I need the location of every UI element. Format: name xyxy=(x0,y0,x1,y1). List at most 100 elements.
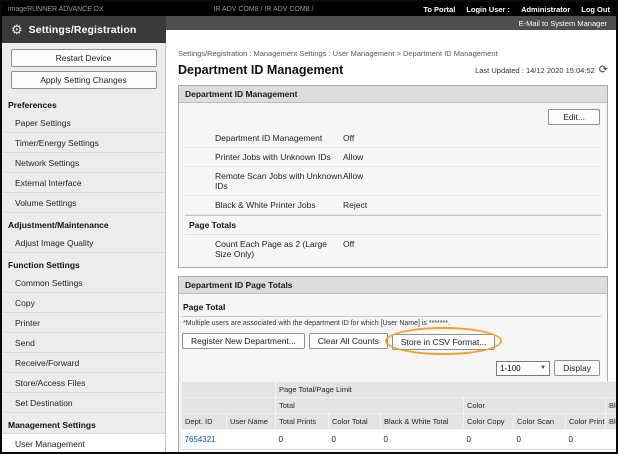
setting-label: Department ID Management xyxy=(215,133,343,143)
breadcrumb-current: Department ID Management xyxy=(403,49,498,58)
setting-value: Reject xyxy=(343,200,367,210)
device-name: imageRUNNER ADVANCE DX xyxy=(8,6,104,13)
sidebar-item-common-settings[interactable]: Common Settings xyxy=(2,273,165,293)
restart-device-button[interactable]: Restart Device xyxy=(11,49,157,67)
page-title: Department ID Management xyxy=(178,63,343,77)
login-user-name: Administrator xyxy=(521,5,570,14)
logout-link[interactable]: Log Out xyxy=(581,5,610,14)
table-cell: 0 xyxy=(566,430,606,450)
page-totals-subheader: Page Totals xyxy=(185,215,601,235)
header-filler xyxy=(166,30,616,43)
setting-row: Printer Jobs with Unknown IDs Allow xyxy=(185,148,601,167)
table-group-header-row: Total Color Black & White xyxy=(182,398,617,414)
sidebar-item-receive-forward[interactable]: Receive/Forward xyxy=(2,353,165,373)
email-system-manager-link[interactable]: E-Mail to System Manager xyxy=(519,19,607,28)
store-in-csv-format-button[interactable]: Store in CSV Format... xyxy=(392,334,496,350)
setting-row: Black & White Printer Jobs Reject xyxy=(185,196,601,215)
column-header: Color Total xyxy=(329,414,381,430)
setting-value: Allow xyxy=(343,171,363,191)
register-new-department-button[interactable]: Register New Department... xyxy=(182,333,305,349)
column-header: Black & White Total xyxy=(381,414,464,430)
section-body: Page Total *Multiple users are associate… xyxy=(179,294,607,452)
table-cell: 0 xyxy=(381,450,464,453)
sidebar-item-adjust-image-quality[interactable]: Adjust Image Quality xyxy=(2,233,165,253)
last-updated: Last Updated : 14/12 2020 15:04:52 ⟳ xyxy=(475,65,608,76)
app-window: imageRUNNER ADVANCE DX IR ADV COM8 / IR … xyxy=(0,0,618,454)
range-select-value: 1-100 xyxy=(500,364,520,373)
table-cell: 0 xyxy=(381,430,464,450)
sidebar-item-user-management[interactable]: User Management xyxy=(2,433,165,452)
header-bar: ⚙ Settings/Registration E-Mail to System… xyxy=(2,16,616,43)
sidebar-item-timer-energy-settings[interactable]: Timer/Energy Settings xyxy=(2,133,165,153)
chevron-down-icon: ▼ xyxy=(540,365,546,371)
display-button[interactable]: Display xyxy=(554,360,600,376)
breadcrumb-separator: > xyxy=(396,49,400,58)
group-header-color: Color xyxy=(464,398,606,414)
dept-id-link[interactable]: 7654321 xyxy=(185,435,216,444)
device-path: IR ADV COM8 / IR ADV COM8 / xyxy=(213,6,313,13)
table-cell: 0 xyxy=(464,430,514,450)
table-cell xyxy=(606,450,617,453)
sidebar-item-network-settings[interactable]: Network Settings xyxy=(2,153,165,173)
multiple-users-note: *Multiple users are associated with the … xyxy=(181,320,601,327)
range-select[interactable]: 1-100 ▼ xyxy=(496,361,550,376)
setting-value: Allow xyxy=(343,152,363,162)
setting-row: Count Each Page as 2 (Large Size Only) O… xyxy=(185,235,601,261)
sidebar-item-printer[interactable]: Printer xyxy=(2,313,165,333)
table-span-header-row: Page Total/Page Limit xyxy=(182,382,617,398)
sidebar-item-volume-settings[interactable]: Volume Settings xyxy=(2,193,165,213)
group-header-total: Total xyxy=(276,398,464,414)
setting-label: Remote Scan Jobs with Unknown IDs xyxy=(215,171,343,191)
section-department-id-page-totals: Department ID Page Totals Page Total *Mu… xyxy=(178,276,608,452)
setting-value: Off xyxy=(343,133,354,143)
header-right: E-Mail to System Manager xyxy=(166,16,616,43)
page-totals-table: Page Total/Page Limit Total Color Black … xyxy=(181,381,616,452)
sidebar-item-store-access-files[interactable]: Store/Access Files xyxy=(2,373,165,393)
table-cell xyxy=(606,430,617,450)
sidebar-item-send[interactable]: Send xyxy=(2,333,165,353)
column-header: Color Scan xyxy=(514,414,566,430)
column-header: Color Print xyxy=(566,414,606,430)
table-cell: 0 xyxy=(566,450,606,453)
setting-label: Printer Jobs with Unknown IDs xyxy=(215,152,343,162)
table-cell: 0 xyxy=(329,450,381,453)
breadcrumb-trail[interactable]: Settings/Registration : Management Setti… xyxy=(178,49,394,58)
table-row: 7654321 0 0 0 0 0 0 xyxy=(182,430,617,450)
sidebar-item-set-destination[interactable]: Set Destination xyxy=(2,393,165,413)
device-topbar: imageRUNNER ADVANCE DX IR ADV COM8 / IR … xyxy=(2,2,616,16)
last-updated-text: Last Updated : 14/12 2020 15:04:52 xyxy=(475,66,595,75)
setting-label: Count Each Page as 2 (Large Size Only) xyxy=(215,239,343,259)
settings-sidebar: Restart Device Apply Setting Changes Pre… xyxy=(2,43,166,452)
clear-all-counts-button[interactable]: Clear All Counts xyxy=(309,333,388,349)
section-body: Edit... Department ID Management Off Pri… xyxy=(179,103,607,267)
empty-header-cell xyxy=(182,382,276,398)
table-cell: 0 xyxy=(276,450,329,453)
table-cell: 0 xyxy=(464,450,514,453)
edit-button[interactable]: Edit... xyxy=(548,109,600,125)
setting-row: Department ID Management Off xyxy=(185,129,601,148)
column-header: User Name xyxy=(227,414,276,430)
setting-value: Off xyxy=(343,239,354,259)
sidebar-item-external-interface[interactable]: External Interface xyxy=(2,173,165,193)
section-title: Department ID Page Totals xyxy=(179,277,607,294)
breadcrumb: Settings/Registration : Management Setti… xyxy=(178,49,608,58)
body-row: Restart Device Apply Setting Changes Pre… xyxy=(2,43,616,452)
table-cell xyxy=(227,450,276,453)
app-title-block: ⚙ Settings/Registration xyxy=(2,16,166,43)
table-cell xyxy=(182,450,227,453)
table-column-header-row: Dept. ID User Name Total Prints Color To… xyxy=(182,414,617,430)
table-cell: 0 xyxy=(329,430,381,450)
group-header-black-white: Black & White xyxy=(606,398,617,414)
sidebar-item-paper-settings[interactable]: Paper Settings xyxy=(2,113,165,133)
column-header: Total Prints xyxy=(276,414,329,430)
csv-button-wrap: Store in CSV Format... xyxy=(392,332,496,350)
sidebar-item-copy[interactable]: Copy xyxy=(2,293,165,313)
setting-label: Black & White Printer Jobs xyxy=(215,200,343,210)
section-department-id-management: Department ID Management Edit... Departm… xyxy=(178,85,608,268)
column-header: Dept. ID xyxy=(182,414,227,430)
apply-setting-changes-button[interactable]: Apply Setting Changes xyxy=(11,71,157,89)
to-portal-link[interactable]: To Portal xyxy=(423,5,455,14)
refresh-icon[interactable]: ⟳ xyxy=(599,65,608,76)
table-row: 0 0 0 0 0 0 xyxy=(182,450,617,453)
table-cell: 0 xyxy=(514,430,566,450)
